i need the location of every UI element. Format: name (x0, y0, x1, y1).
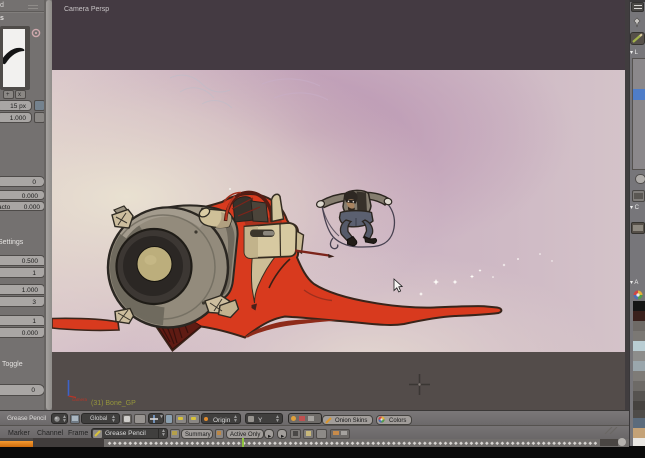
svg-text:camera: camera (72, 397, 88, 402)
svg-text:(31) Bone_GP: (31) Bone_GP (91, 400, 136, 407)
